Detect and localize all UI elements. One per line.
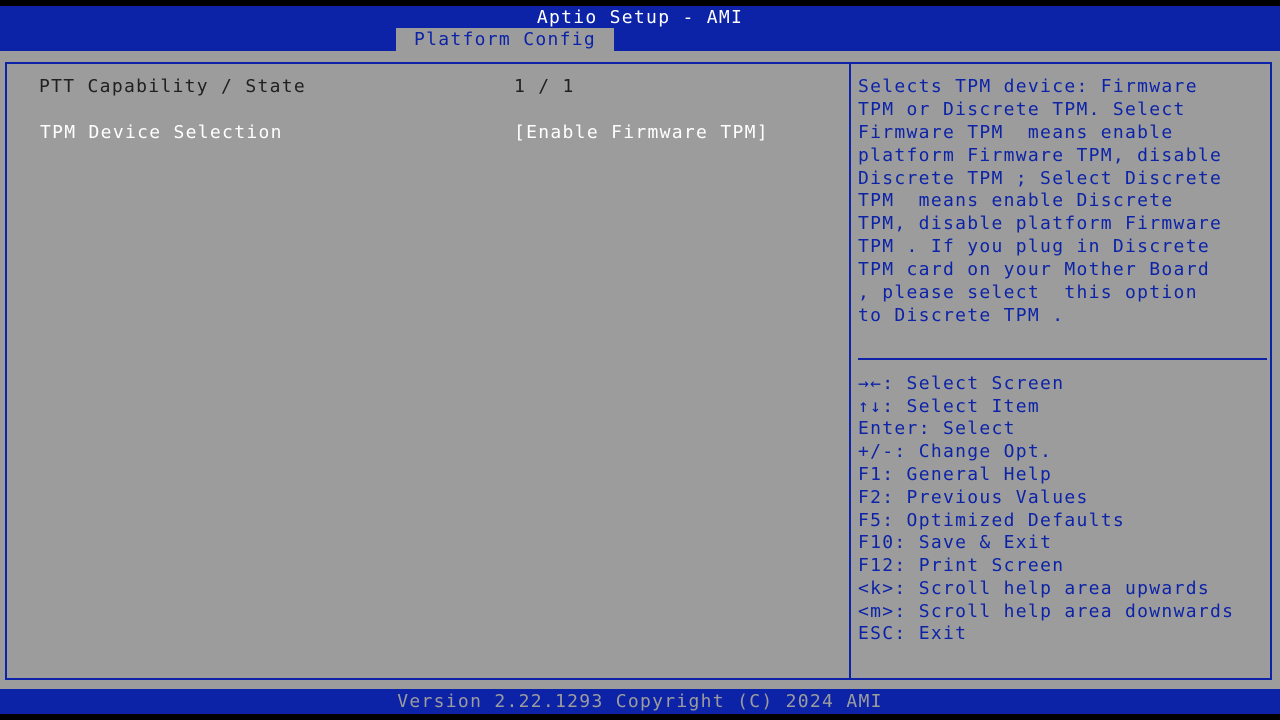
key-hint-desc: : Change Opt. — [894, 441, 1052, 462]
help-text-line: TPM . If you plug in Discrete — [858, 235, 1210, 258]
app-title: Aptio Setup - AMI — [0, 6, 1280, 30]
key-hint-key: <k> — [858, 578, 894, 599]
key-hint-key: +/- — [858, 441, 894, 462]
key-hint-desc: : Save & Exit — [894, 532, 1052, 553]
key-hint-key: F2 — [858, 487, 882, 508]
help-text-line: TPM, disable platform Firmware — [858, 212, 1222, 235]
key-hint-desc: : Select Item — [882, 396, 1040, 417]
key-hint-key: Enter — [858, 418, 919, 439]
key-hint: <k>: Scroll help area upwards — [858, 577, 1210, 600]
key-hint-desc: : Select Screen — [882, 373, 1064, 394]
key-hint: ↑↓: Select Item — [858, 395, 1040, 418]
key-hint-desc: : Scroll help area downwards — [894, 601, 1234, 622]
key-hint: Enter: Select — [858, 417, 1016, 440]
help-text-line: Selects TPM device: Firmware — [858, 75, 1198, 98]
key-hint: <m>: Scroll help area downwards — [858, 600, 1234, 623]
help-text-line: Firmware TPM means enable — [858, 121, 1174, 144]
panel-divider — [849, 62, 851, 680]
key-hint: F5: Optimized Defaults — [858, 509, 1125, 532]
key-hint-key: F10 — [858, 532, 894, 553]
key-hint-desc: : General Help — [882, 464, 1052, 485]
key-hint-desc: : Select — [919, 418, 1016, 439]
tab-platform-config[interactable]: Platform Config — [396, 28, 614, 51]
setting-value-tpm-device-selection[interactable]: [Enable Firmware TPM] — [514, 121, 769, 144]
key-hint: F10: Save & Exit — [858, 531, 1052, 554]
key-hint: →←: Select Screen — [858, 372, 1064, 395]
key-hint-key: →← — [858, 373, 882, 394]
key-hint: F2: Previous Values — [858, 486, 1089, 509]
setting-label-tpm-device-selection[interactable]: TPM Device Selection — [40, 121, 283, 144]
help-text-line: , please select this option — [858, 281, 1198, 304]
help-text-line: TPM or Discrete TPM. Select — [858, 98, 1186, 121]
key-hint-key: F5 — [858, 510, 882, 531]
key-hint-key: F1 — [858, 464, 882, 485]
key-hint: ESC: Exit — [858, 622, 967, 645]
key-hint-key: ESC — [858, 623, 894, 644]
help-text-line: TPM means enable Discrete — [858, 189, 1174, 212]
key-hint-desc: : Previous Values — [882, 487, 1088, 508]
key-hint-key: <m> — [858, 601, 894, 622]
key-hint-key: F12 — [858, 555, 894, 576]
key-hint-desc: : Scroll help area upwards — [894, 578, 1210, 599]
key-hint: F1: General Help — [858, 463, 1052, 486]
help-text-line: to Discrete TPM . — [858, 304, 1064, 327]
setting-label-ptt-capability: PTT Capability / State — [39, 75, 306, 98]
key-hint-desc: : Exit — [894, 623, 967, 644]
key-hint-desc: : Print Screen — [894, 555, 1064, 576]
help-divider — [858, 358, 1267, 360]
key-hint-key: ↑↓ — [858, 396, 882, 417]
key-hint-desc: : Optimized Defaults — [882, 510, 1125, 531]
help-text-line: platform Firmware TPM, disable — [858, 144, 1222, 167]
key-hint: F12: Print Screen — [858, 554, 1064, 577]
key-hint: +/-: Change Opt. — [858, 440, 1052, 463]
setting-value-ptt-capability: 1 / 1 — [514, 75, 575, 98]
help-text-line: TPM card on your Mother Board — [858, 258, 1210, 281]
help-text-line: Discrete TPM ; Select Discrete — [858, 167, 1222, 190]
version-text: Version 2.22.1293 Copyright (C) 2024 AMI — [0, 690, 1280, 714]
